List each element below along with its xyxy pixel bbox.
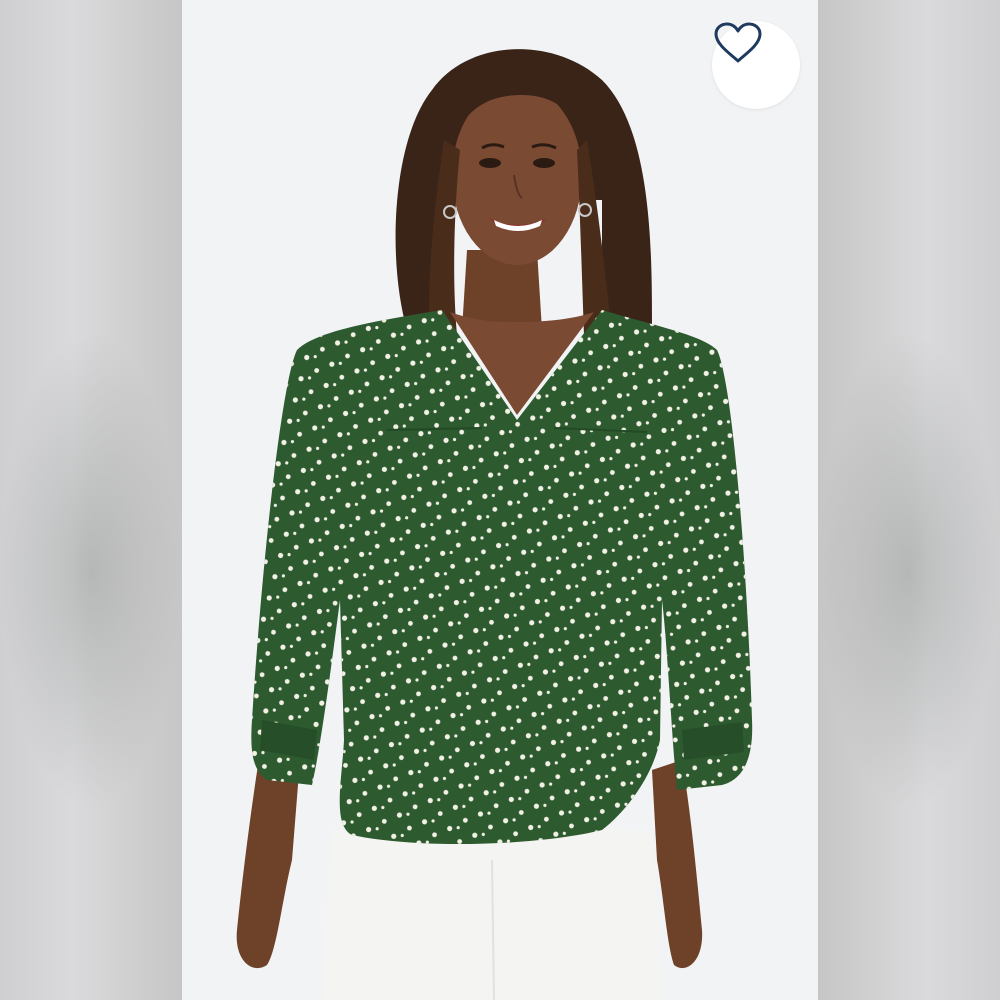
left-blurred-backdrop [0,0,182,1000]
favorite-button[interactable] [712,21,800,109]
model-illustration [236,49,753,1000]
heart-outline-icon [714,22,762,63]
product-photo[interactable] [182,0,818,1000]
right-blurred-backdrop [818,0,1000,1000]
right-hand [652,760,703,969]
